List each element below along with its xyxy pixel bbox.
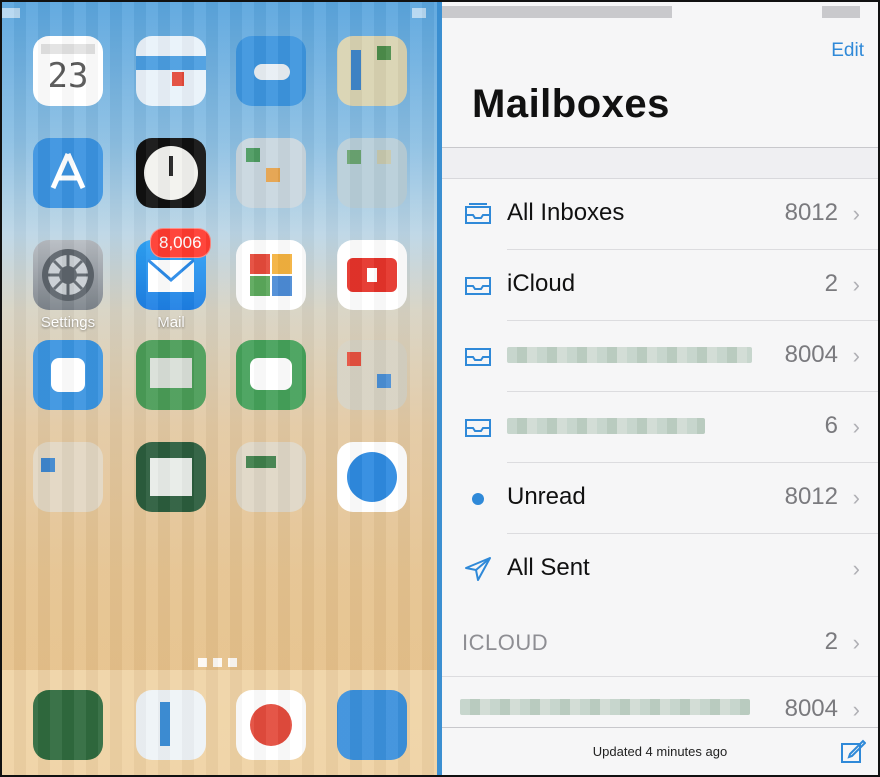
section-header-label: ICLOUD xyxy=(462,630,549,655)
mailbox-label: All Inboxes xyxy=(507,199,625,226)
mailbox-row-account-2[interactable]: 6 › xyxy=(442,392,878,463)
inbox-tray-icon xyxy=(465,348,491,366)
chevron-right-icon: › xyxy=(852,414,860,439)
maps-app-icon[interactable] xyxy=(136,36,206,106)
section-header-account[interactable]: 8004 › xyxy=(442,679,878,727)
gear-icon xyxy=(42,249,94,301)
youtube-app-icon[interactable] xyxy=(337,240,407,310)
dock-app-icon-2[interactable] xyxy=(136,690,206,760)
clock-app-icon[interactable] xyxy=(136,138,206,208)
chevron-right-icon: › xyxy=(852,697,860,722)
paper-plane-icon xyxy=(465,557,491,581)
bottom-toolbar: Updated 4 minutes ago xyxy=(442,727,878,775)
photos-app-icon[interactable] xyxy=(236,240,306,310)
mail-app-label: Mail xyxy=(157,314,185,331)
chevron-right-icon: › xyxy=(852,343,860,368)
calendar-app-icon[interactable]: 23 xyxy=(33,36,103,106)
app-store-glyph-icon xyxy=(50,152,86,190)
calendar-day: 23 xyxy=(47,56,89,96)
mailbox-count: 8004 xyxy=(784,341,838,368)
chevron-right-icon: › xyxy=(852,630,860,655)
inbox-tray-icon xyxy=(465,203,491,224)
mailbox-row-icloud[interactable]: iCloud 2 › xyxy=(442,250,878,321)
mail-unread-badge: 8,006 xyxy=(150,228,211,258)
mailbox-count: 2 xyxy=(824,270,838,297)
mailbox-label: iCloud xyxy=(507,270,576,297)
app-store-icon[interactable] xyxy=(33,138,103,208)
folder-app-icon-5[interactable] xyxy=(236,442,306,512)
app-icon-r4c2[interactable] xyxy=(136,340,206,410)
mailbox-label: All Sent xyxy=(507,554,590,581)
mailbox-count: 8012 xyxy=(784,199,838,226)
folder-app-icon-4[interactable] xyxy=(33,442,103,512)
folder-app-icon[interactable] xyxy=(236,138,306,208)
compose-icon[interactable] xyxy=(840,738,866,764)
mail-mailboxes-panel: Edit Mailboxes All Inboxes 8012 › iCloud… xyxy=(442,2,878,775)
folder-app-icon-2[interactable] xyxy=(337,138,407,208)
chevron-right-icon: › xyxy=(852,272,860,297)
inbox-tray-icon xyxy=(465,277,491,295)
page-title: Mailboxes xyxy=(472,82,670,126)
settings-app-icon[interactable] xyxy=(33,240,103,310)
home-screen: 23 Settings 8,006 Mail xyxy=(2,2,437,775)
settings-app-label: Settings xyxy=(40,314,96,331)
mailbox-label: Unread xyxy=(507,483,586,510)
home-status-bar xyxy=(2,2,437,24)
updated-status-text: Updated 4 minutes ago xyxy=(592,744,728,759)
redacted-account-name xyxy=(507,347,752,363)
chevron-right-icon: › xyxy=(852,556,860,581)
mailbox-row-account-1[interactable]: 8004 › xyxy=(442,321,878,392)
mail-status-bar xyxy=(442,6,672,18)
section-count: 8004 xyxy=(784,695,838,722)
dock-app-icon-3[interactable] xyxy=(236,690,306,760)
chevron-right-icon: › xyxy=(852,485,860,510)
redacted-account-name xyxy=(507,418,705,434)
mailbox-row-unread[interactable]: Unread 8012 › xyxy=(442,463,878,534)
section-header-icloud[interactable]: ICLOUD 2 › xyxy=(442,606,878,677)
app-icon-r5c2[interactable] xyxy=(136,442,206,512)
folder-app-icon-3[interactable] xyxy=(337,340,407,410)
mailbox-row-all-sent[interactable]: All Sent › xyxy=(442,534,878,605)
weather-app-icon[interactable] xyxy=(236,36,306,106)
inbox-tray-icon xyxy=(465,419,491,437)
mailbox-count: 8012 xyxy=(784,483,838,510)
app-icon-r4c3[interactable] xyxy=(236,340,306,410)
dock-app-icon-1[interactable] xyxy=(33,690,103,760)
section-count: 2 xyxy=(824,628,838,655)
redacted-account-name xyxy=(460,699,750,715)
app-icon-r4c1[interactable] xyxy=(33,340,103,410)
unread-dot-icon xyxy=(472,493,484,505)
edit-button[interactable]: Edit xyxy=(831,40,864,62)
chevron-right-icon: › xyxy=(852,201,860,226)
photos-map-app-icon[interactable] xyxy=(337,36,407,106)
safari-app-icon[interactable] xyxy=(337,442,407,512)
mailbox-count: 6 xyxy=(824,412,838,439)
dock-app-icon-4[interactable] xyxy=(337,690,407,760)
mailbox-row-all-inboxes[interactable]: All Inboxes 8012 › xyxy=(442,179,878,250)
